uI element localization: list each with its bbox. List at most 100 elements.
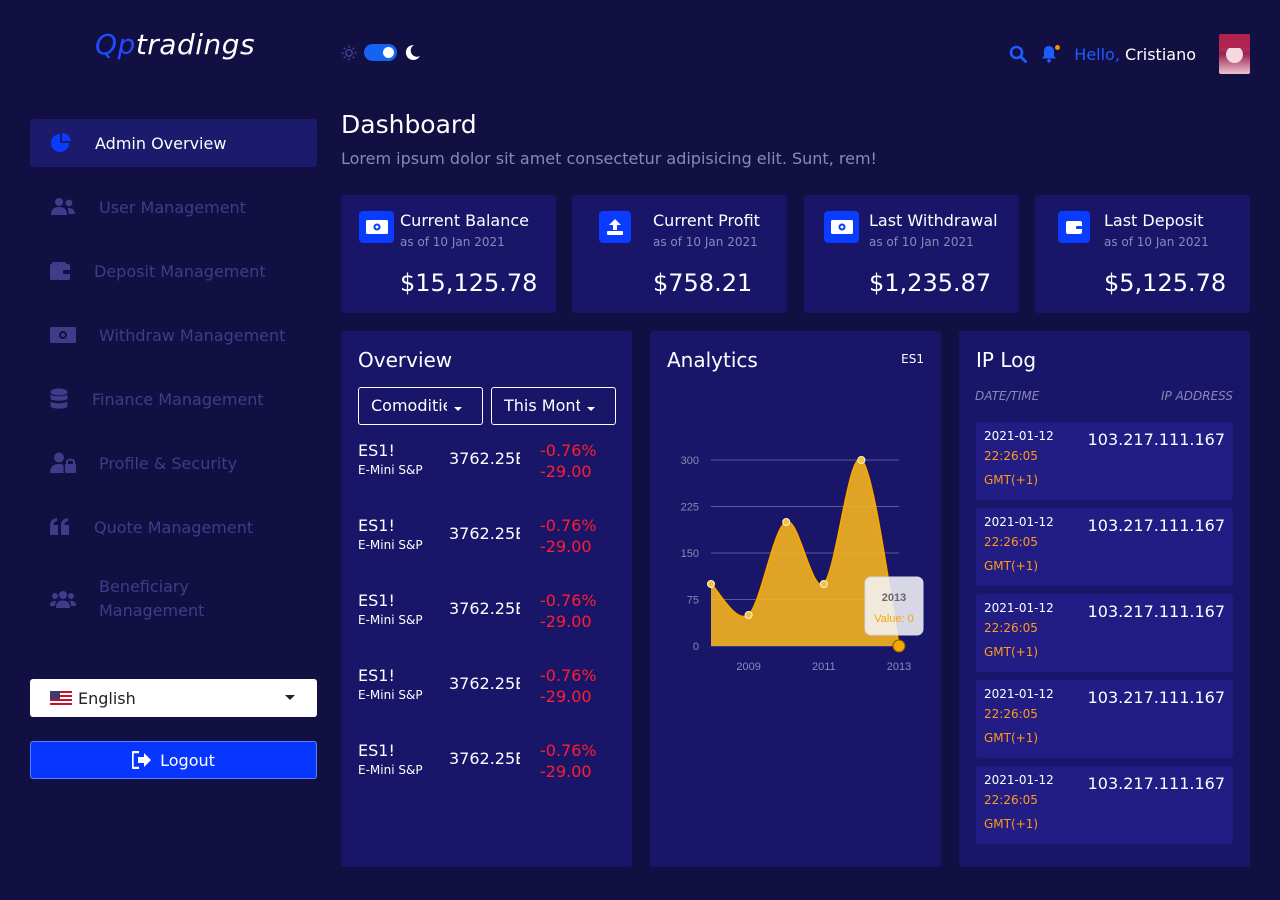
ip-log-timezone: GMT(+1)	[984, 645, 1039, 659]
sidebar-item-finance-management[interactable]: Finance Management	[30, 375, 317, 423]
database-icon	[50, 388, 68, 410]
quote-change-pct: -0.76%	[540, 441, 597, 460]
quote-symbol: ES1!	[358, 441, 395, 460]
chart-point	[819, 580, 828, 588]
period-dropdown-value: This Month	[504, 396, 580, 415]
quote-name: E-Mini S&P	[358, 463, 423, 477]
ip-log-date: 2021-01-12	[984, 515, 1054, 529]
chart-x-tick-label: 2009	[736, 661, 760, 673]
sign-out-icon	[132, 751, 160, 769]
stat-card-current-profit: Current Profit as of 10 Jan 2021 $758.21	[572, 195, 787, 313]
quote-price: 3762.25E	[449, 599, 520, 618]
quote-price: 3762.25E	[449, 674, 520, 693]
quote-row[interactable]: ES1! E-Mini S&P 3762.25E -0.76% -29.00	[358, 591, 618, 641]
chart-y-tick-label: 225	[681, 502, 699, 514]
avatar[interactable]	[1219, 34, 1250, 74]
sidebar-item-label: Finance Management	[92, 389, 264, 409]
ip-log-date: 2021-01-12	[984, 601, 1054, 615]
bell-icon[interactable]	[1041, 45, 1061, 63]
chart-y-tick-label: 0	[693, 641, 699, 653]
money-bill-icon	[50, 326, 76, 344]
quote-change-abs: -29.00	[540, 687, 592, 706]
upload-icon	[599, 211, 631, 243]
sidebar-item-admin-overview[interactable]: Admin Overview	[30, 119, 317, 167]
logout-label: Logout	[160, 750, 215, 770]
quote-row[interactable]: ES1! E-Mini S&P 3762.25E -0.76% -29.00	[358, 441, 618, 491]
quote-row[interactable]: ES1! E-Mini S&P 3762.25E -0.76% -29.00	[358, 741, 618, 791]
ip-log-time: 22:26:05	[984, 707, 1038, 721]
ip-log-time: 22:26:05	[984, 449, 1038, 463]
chart-x-tick-label: 2011	[812, 661, 836, 673]
quote-price: 3762.25E	[449, 524, 520, 543]
ip-log-timezone: GMT(+1)	[984, 473, 1039, 487]
sidebar-item-quote-management[interactable]: Quote Management	[30, 503, 317, 551]
chart-tooltip-title: 2013	[882, 592, 906, 604]
ip-log-title: IP Log	[976, 348, 1037, 372]
ip-log-date: 2021-01-12	[984, 429, 1054, 443]
quote-name: E-Mini S&P	[358, 538, 423, 552]
brand-logo-part1: Qp	[95, 28, 136, 61]
quote-row[interactable]: ES1! E-Mini S&P 3762.25E -0.76% -29.00	[358, 516, 618, 566]
quote-price: 3762.25E	[449, 749, 520, 768]
quote-change-pct: -0.76%	[540, 741, 597, 760]
ip-log-date: 2021-01-12	[984, 773, 1054, 787]
ip-log-address: 103.217.111.167	[1087, 516, 1225, 535]
pie-chart-icon	[50, 132, 72, 154]
stat-date: as of 10 Jan 2021	[400, 235, 505, 249]
brand-logo-part2: tradings	[135, 28, 256, 61]
stat-card-current-balance: Current Balance as of 10 Jan 2021 $15,12…	[341, 195, 556, 313]
sidebar-item-label: User Management	[99, 197, 246, 217]
quote-change-pct: -0.76%	[540, 666, 597, 685]
sidebar: Admin Overview User Management Deposit M…	[30, 119, 317, 647]
sidebar-item-beneficiary-management[interactable]: Beneficiary Management	[30, 567, 317, 631]
quote-name: E-Mini S&P	[358, 688, 423, 702]
money-bill-icon	[824, 211, 859, 243]
quote-change-abs: -29.00	[540, 762, 592, 781]
group-icon	[50, 590, 76, 608]
ip-log-row: 2021-01-12 22:26:05 GMT(+1) 103.217.111.…	[976, 594, 1233, 672]
chart-tooltip	[864, 576, 924, 636]
logout-button[interactable]: Logout	[30, 741, 317, 779]
quote-row[interactable]: ES1! E-Mini S&P 3762.25E -0.76% -29.00	[358, 666, 618, 716]
search-icon[interactable]	[1009, 45, 1028, 63]
quote-name: E-Mini S&P	[358, 763, 423, 777]
quote-symbol: ES1!	[358, 591, 395, 610]
chart-point	[707, 580, 715, 588]
category-dropdown-value: Comodities	[371, 396, 447, 415]
quote-change-pct: -0.76%	[540, 591, 597, 610]
chart-y-tick-label: 150	[681, 548, 699, 560]
category-dropdown[interactable]: Comodities	[358, 387, 483, 425]
wallet-icon	[50, 262, 70, 280]
ip-log-panel: IP Log DATE/TIME IP ADDRESS 2021-01-12 2…	[959, 331, 1250, 867]
quote-change-pct: -0.76%	[540, 516, 597, 535]
sidebar-item-withdraw-management[interactable]: Withdraw Management	[30, 311, 317, 359]
quote-symbol: ES1!	[358, 516, 395, 535]
ip-log-address: 103.217.111.167	[1087, 602, 1225, 621]
ip-log-time: 22:26:05	[984, 535, 1038, 549]
quote-change-abs: -29.00	[540, 537, 592, 556]
users-icon	[50, 197, 76, 217]
quote-symbol: ES1!	[358, 741, 395, 760]
theme-switch[interactable]	[364, 44, 397, 61]
stat-date: as of 10 Jan 2021	[653, 235, 758, 249]
ip-log-time: 22:26:05	[984, 621, 1038, 635]
analytics-chart[interactable]: 0 75 150 225 300 2009 2011 2013 2013 Value: 0	[650, 331, 941, 867]
sidebar-item-label: Withdraw Management	[99, 325, 286, 345]
sidebar-item-profile-security[interactable]: Profile & Security	[30, 439, 317, 487]
greeting-text: Hello,	[1074, 44, 1120, 64]
chart-y-tick-label: 300	[681, 455, 699, 467]
stat-card-last-withdrawal: Last Withdrawal as of 10 Jan 2021 $1,235…	[804, 195, 1019, 313]
language-select[interactable]: English	[30, 679, 317, 717]
sidebar-item-deposit-management[interactable]: Deposit Management	[30, 247, 317, 295]
ip-log-address: 103.217.111.167	[1087, 430, 1225, 449]
moon-icon	[405, 44, 421, 61]
sidebar-item-user-management[interactable]: User Management	[30, 183, 317, 231]
stat-title: Last Withdrawal	[869, 211, 998, 230]
sidebar-item-label: Beneficiary Management	[99, 577, 205, 620]
theme-toggle[interactable]	[341, 44, 421, 61]
sun-icon	[341, 45, 357, 61]
period-dropdown[interactable]: This Month	[491, 387, 616, 425]
money-bill-icon	[359, 211, 394, 243]
stat-date: as of 10 Jan 2021	[869, 235, 974, 249]
brand-logo[interactable]: Qptradings	[95, 28, 255, 61]
